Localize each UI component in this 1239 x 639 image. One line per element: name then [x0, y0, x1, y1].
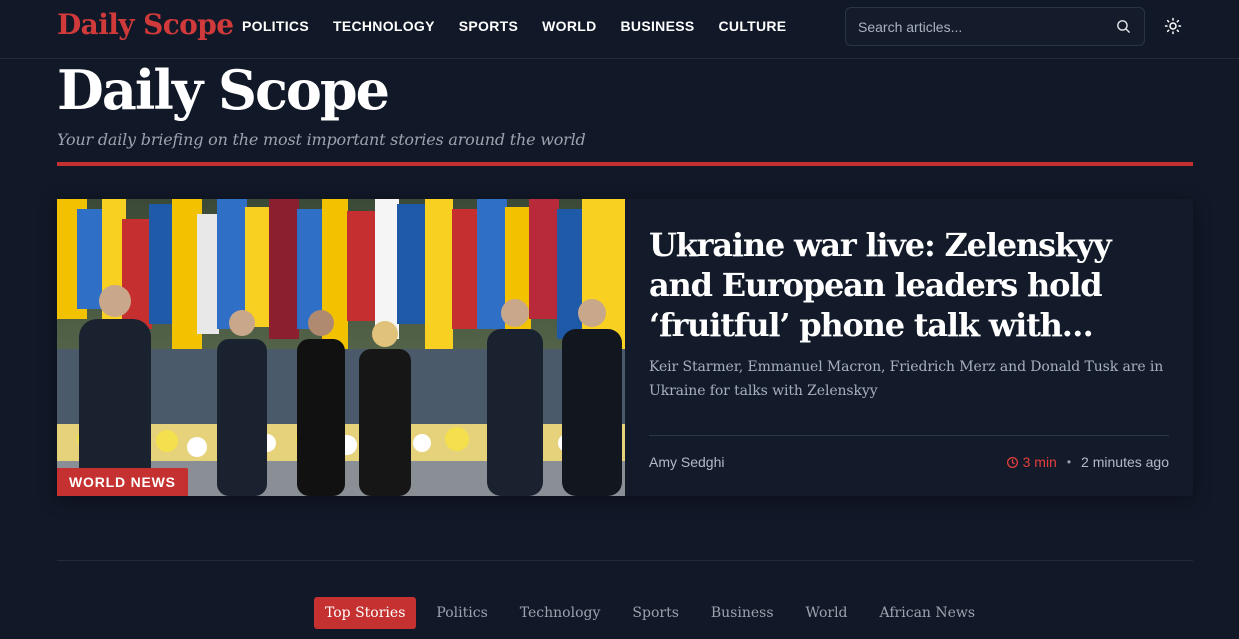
- top-navigation: Daily Scope POLITICS TECHNOLOGY SPORTS W…: [0, 0, 1239, 59]
- nav-link-politics[interactable]: POLITICS: [242, 18, 309, 34]
- tab-business[interactable]: Business: [711, 597, 774, 629]
- featured-article-card[interactable]: WORLD NEWS Ukraine war live: Zelenskyy a…: [57, 199, 1193, 496]
- meta-separator: •: [1066, 455, 1072, 469]
- clock-icon: [1006, 456, 1018, 468]
- search-box: [845, 7, 1145, 46]
- tab-top-stories[interactable]: Top Stories: [314, 597, 417, 629]
- read-time-value: 3 min: [1022, 454, 1057, 470]
- tab-politics[interactable]: Politics: [436, 597, 487, 629]
- section-divider: [57, 560, 1193, 561]
- read-time: 3 min: [1006, 454, 1057, 470]
- meta-divider: [649, 435, 1169, 436]
- category-badge[interactable]: WORLD NEWS: [57, 468, 188, 496]
- author-name: Amy Sedghi: [649, 454, 725, 470]
- article-meta: 3 min • 2 minutes ago: [1006, 454, 1169, 470]
- site-logo[interactable]: Daily Scope: [57, 8, 234, 41]
- masthead-tagline: Your daily briefing on the most importan…: [57, 130, 586, 149]
- tab-sports[interactable]: Sports: [632, 597, 678, 629]
- masthead-title: Daily Scope: [57, 58, 390, 122]
- featured-headline[interactable]: Ukraine war live: Zelenskyy and European…: [649, 225, 1169, 345]
- nav-link-world[interactable]: WORLD: [542, 18, 596, 34]
- nav-link-culture[interactable]: CULTURE: [719, 18, 787, 34]
- featured-summary: Keir Starmer, Emmanuel Macron, Friedrich…: [649, 359, 1164, 399]
- masthead-divider: [57, 162, 1193, 166]
- nav-link-technology[interactable]: TECHNOLOGY: [333, 18, 435, 34]
- published-time: 2 minutes ago: [1081, 454, 1169, 470]
- nav-link-business[interactable]: BUSINESS: [621, 18, 695, 34]
- featured-article-body: Ukraine war live: Zelenskyy and European…: [649, 199, 1169, 496]
- search-input[interactable]: [858, 17, 1108, 37]
- category-tabs: Top Stories Politics Technology Sports B…: [314, 597, 1007, 629]
- search-icon[interactable]: [1115, 18, 1132, 35]
- nav-link-sports[interactable]: SPORTS: [459, 18, 518, 34]
- sun-icon[interactable]: [1164, 17, 1182, 35]
- main-nav: POLITICS TECHNOLOGY SPORTS WORLD BUSINES…: [242, 18, 810, 34]
- tab-african-news[interactable]: African News: [880, 597, 976, 629]
- featured-photo: [57, 199, 625, 496]
- tab-world[interactable]: World: [806, 597, 848, 629]
- featured-article-image[interactable]: WORLD NEWS: [57, 199, 625, 496]
- tab-technology[interactable]: Technology: [520, 597, 601, 629]
